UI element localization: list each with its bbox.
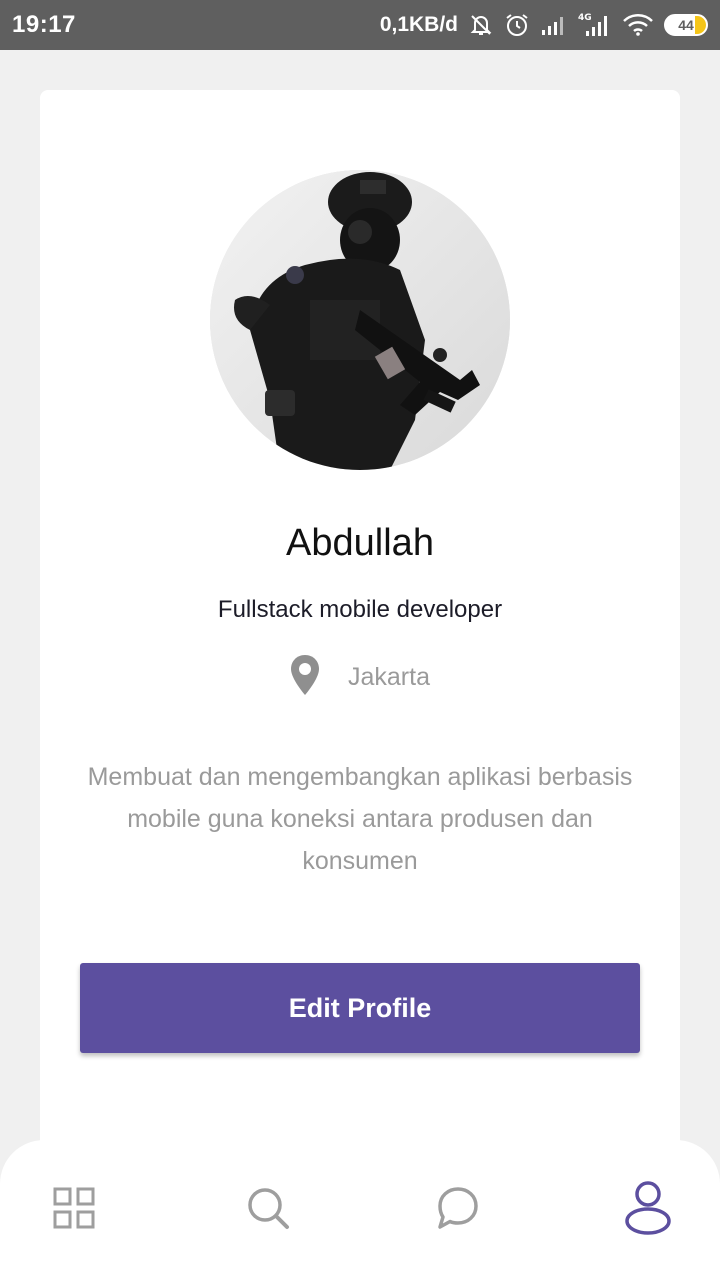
bottom-navigation <box>0 1140 720 1280</box>
signal-icon <box>540 13 568 37</box>
svg-text:4G: 4G <box>578 13 592 23</box>
chat-icon <box>436 1186 480 1235</box>
grid-icon <box>52 1186 96 1235</box>
avatar-image <box>210 170 510 470</box>
avatar <box>210 170 510 470</box>
search-icon <box>246 1186 290 1235</box>
battery-icon: 44 <box>664 14 708 36</box>
status-bar: 19:17 0,1KB/d 4G 44 <box>0 0 720 50</box>
4g-signal-icon: 4G <box>578 12 612 38</box>
profile-role: Fullstack mobile developer <box>217 596 503 623</box>
location-city: Jakarta <box>348 663 430 691</box>
network-speed: 0,1KB/d <box>379 13 458 36</box>
profile-bio: Membuat dan mengembangkan aplikasi berba… <box>87 763 633 875</box>
location-pin-icon <box>290 654 320 701</box>
battery-level: 44 <box>678 17 694 33</box>
mute-icon <box>468 12 494 38</box>
wifi-icon <box>622 13 654 37</box>
nav-item-profile[interactable] <box>618 1180 678 1240</box>
nav-item-search[interactable] <box>238 1180 298 1240</box>
edit-profile-button[interactable]: Edit Profile <box>80 963 640 1053</box>
profile-card: Abdullah Fullstack mobile developer Jaka… <box>40 90 680 1190</box>
alarm-icon <box>504 12 530 38</box>
status-icons: 0,1KB/d 4G 44 <box>380 12 708 38</box>
status-time: 19:17 <box>12 11 76 38</box>
profile-icon <box>624 1180 672 1241</box>
nav-item-chat[interactable] <box>428 1180 488 1240</box>
profile-name: Abdullah <box>286 522 434 564</box>
profile-location: Jakarta <box>40 654 680 701</box>
nav-item-home[interactable] <box>44 1180 104 1240</box>
